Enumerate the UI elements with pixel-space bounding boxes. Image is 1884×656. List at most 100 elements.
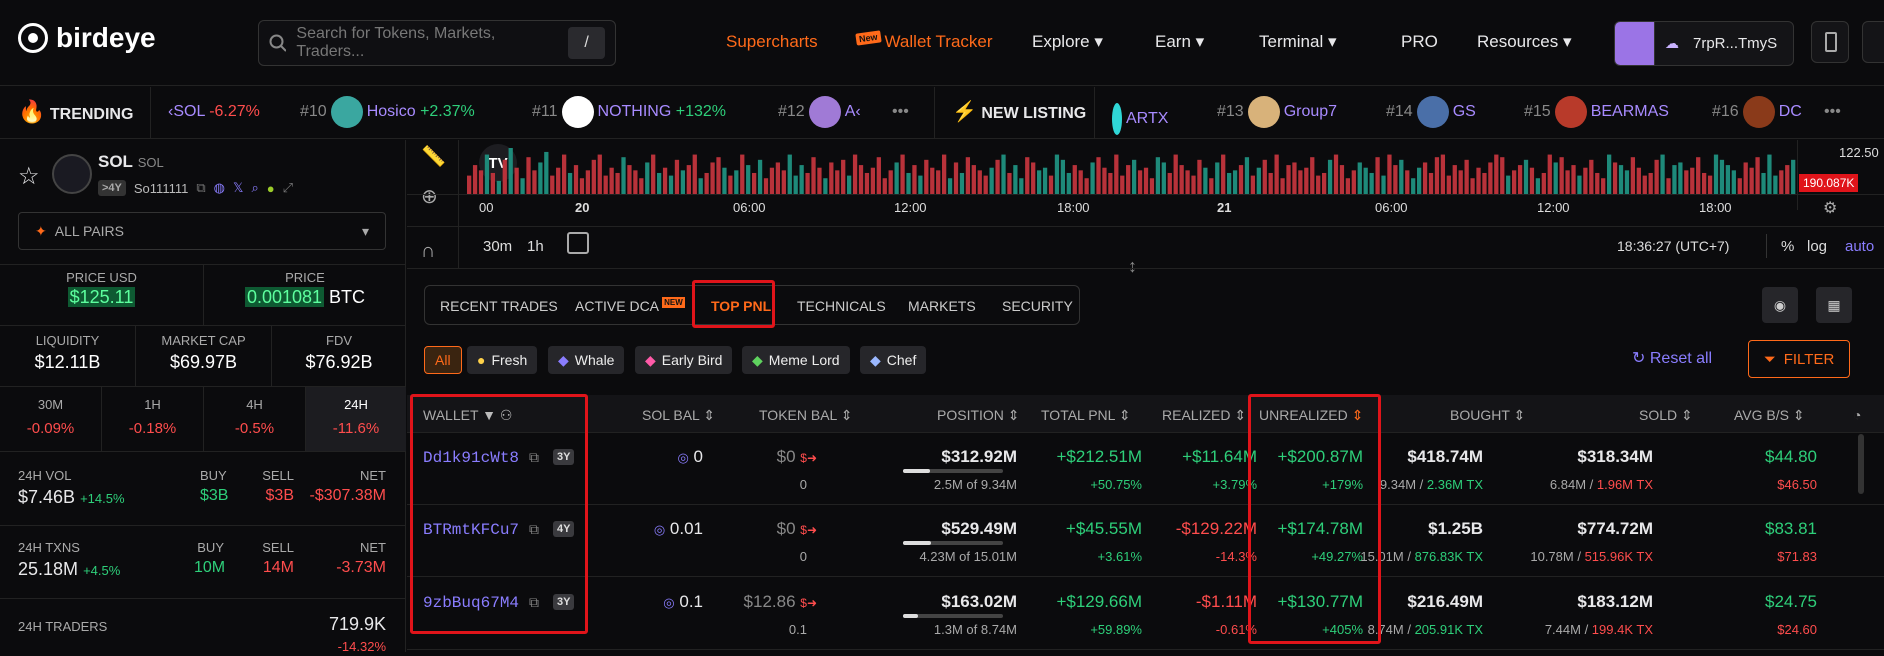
star-icon[interactable]: ☆ [18,162,40,191]
listing-item[interactable]: #16 DC [1712,96,1802,128]
scale-percent[interactable]: % [1781,238,1794,255]
listing-item[interactable]: #14 GS [1386,96,1476,128]
nav-supercharts[interactable]: Supercharts [726,32,818,52]
col-total-pnl[interactable]: TOTAL PNL ⇕ [1041,407,1131,424]
interval-1h[interactable]: 1h [527,238,544,255]
filter-chef[interactable]: ◆ Chef [860,346,927,374]
layout-icon[interactable]: ▦ [1816,287,1852,323]
ticker-item[interactable]: #11 NOTHING +132% [532,96,726,128]
volume-bar [995,159,1000,194]
volume-bar [1743,162,1748,194]
reset-button[interactable]: ↻ Reset all [1632,348,1712,368]
col-realized[interactable]: REALIZED ⇕ [1162,407,1246,424]
wallet-address: 7rpR...TmyS [1693,35,1778,52]
copy-icon[interactable]: ⧉ [196,180,205,196]
tab-security[interactable]: SECURITY [1002,298,1073,314]
search-icon[interactable]: ⌕ [251,180,258,196]
col-avg-bs[interactable]: AVG B/S ⇕ [1734,407,1805,424]
filter-button[interactable]: ⏷ FILTER [1748,340,1850,378]
volume-bar [1232,170,1238,194]
settings-icon[interactable]: ⚙ [1823,198,1837,218]
theme-toggle-button[interactable] [1862,21,1884,63]
ruler-icon[interactable]: 📏 [421,144,446,169]
transfer-icon[interactable]: $➜ [800,523,817,537]
filter-fresh[interactable]: ● Fresh [467,346,538,374]
timeframe-24h[interactable]: 24H -11.6% [306,387,406,451]
pair-selector[interactable]: ✦ ALL PAIRS ▾ [18,212,386,250]
scrollbar[interactable] [1858,434,1864,494]
tab-technicals[interactable]: TECHNICALS [797,298,886,314]
volume-bar [942,154,947,194]
scale-log[interactable]: log [1807,238,1827,255]
tab-markets[interactable]: MARKETS [908,298,976,314]
col-bought[interactable]: BOUGHT ⇕ [1450,407,1525,424]
ticker-item[interactable]: ‹SOL -6.27% [168,103,260,121]
col-sold[interactable]: SOLD ⇕ [1639,407,1693,424]
position-sub: 2.5M of 9.34M [933,477,1017,492]
nav-explore[interactable]: Explore ▾ [1032,32,1103,52]
listing-item[interactable]: #13 Group7 [1217,96,1337,128]
volume-bar [858,165,864,194]
tab-active-dca[interactable]: ACTIVE DCA NEW [575,297,685,314]
volume-bar [852,154,858,194]
wallet-button[interactable]: ☁ 7rpR...TmyS [1614,21,1794,66]
volume-bar [1648,172,1653,194]
x-icon[interactable]: 𝕏 [233,180,243,196]
volume-bar [526,157,531,194]
ticker-item[interactable]: #12 A‹ [778,96,861,128]
eye-icon[interactable]: ◉ [1762,287,1798,323]
filter-label: Whale [574,352,615,368]
volume-bar [1476,167,1481,194]
nav-resources[interactable]: Resources ▾ [1477,32,1572,52]
table-row[interactable]: 9zbBuq67M4 ⧉ 3Y ◎ 0.1 $12.86 $➜ 0.1 $163.02M 1.… [407,578,1884,650]
filter-early-bird[interactable]: ◆ Early Bird [635,346,733,374]
price-chart[interactable]: 📏 ⊕ ∩ TV 122.50 190.087K 00 20 06:00 12:… [407,140,1884,268]
volume-bar [1215,162,1220,194]
nav-earn[interactable]: Earn ▾ [1155,32,1204,52]
timeframe-1h[interactable]: 1H -0.18% [102,387,203,451]
listing-item[interactable]: #15 BEARMAS [1524,96,1669,128]
transfer-icon[interactable]: $➜ [800,596,817,610]
search-input[interactable]: Search for Tokens, Markets, Traders... / [258,20,616,66]
listing-rank: #15 [1524,103,1551,121]
logo[interactable]: birdeye [18,22,156,54]
col-position[interactable]: POSITION ⇕ [937,407,1020,424]
filter-whale[interactable]: ◆ Whale [548,346,625,374]
magnet-icon[interactable]: ∩ [421,240,435,263]
filter-all[interactable]: All [424,346,462,374]
col-token-bal[interactable]: TOKEN BAL ⇕ [759,407,852,424]
token-balance-value: $0 [776,447,796,466]
transfer-icon[interactable]: $➜ [800,451,817,465]
nav-pro[interactable]: PRO [1401,32,1438,52]
expand-icon[interactable]: ⤢ [283,180,293,196]
tab-recent-trades[interactable]: RECENT TRADES [440,298,558,314]
resize-handle-icon[interactable]: ↕ [1128,256,1137,277]
volume-bar [894,162,899,194]
timeframe-30m[interactable]: 30M -0.09% [0,387,101,451]
clock-icon[interactable]: ◔ [1853,407,1861,423]
listing-item[interactable]: ARTX [1112,103,1168,135]
mobile-app-button[interactable] [1811,21,1849,63]
nav-wallet-tracker[interactable]: New Wallet Tracker [855,30,993,52]
volume-bar [1506,175,1511,194]
ticker-item[interactable]: #10 Hosico +2.37% [300,96,475,128]
zoom-in-icon[interactable]: ⊕ [421,184,438,209]
interval-30m[interactable]: 30m [483,238,512,255]
volume-bar [1624,170,1630,194]
timeframe-4h[interactable]: 4H -0.5% [204,387,305,451]
scale-auto[interactable]: auto [1845,238,1874,255]
vol-buy: BUY $3B [200,468,228,505]
table-row[interactable]: Dd1k91cWt8 ⧉ 3Y ◎ 0 $0 $➜ 0 $312.92M 2.5M of 9.… [407,433,1884,505]
col-sol-bal[interactable]: SOL BAL ⇕ [642,407,715,424]
coingecko-icon[interactable]: ● [267,181,275,196]
whale-icon: ◆ [558,351,569,368]
volume-bar [1333,154,1339,194]
table-row[interactable]: BTRmtKFCu7 ⧉ 4Y ◎ 0.01 $0 $➜ 0 $529.49M 4.23M o… [407,505,1884,577]
nav-terminal[interactable]: Terminal ▾ [1259,32,1337,52]
filter-meme-lord[interactable]: ◆ Meme Lord [742,346,850,374]
date-range-icon[interactable] [567,232,589,254]
ticker-change: +2.37% [420,103,475,121]
more-icon[interactable]: ••• [892,103,909,121]
more-icon[interactable]: ••• [1824,103,1841,121]
globe-icon[interactable]: ◍ [214,180,225,196]
